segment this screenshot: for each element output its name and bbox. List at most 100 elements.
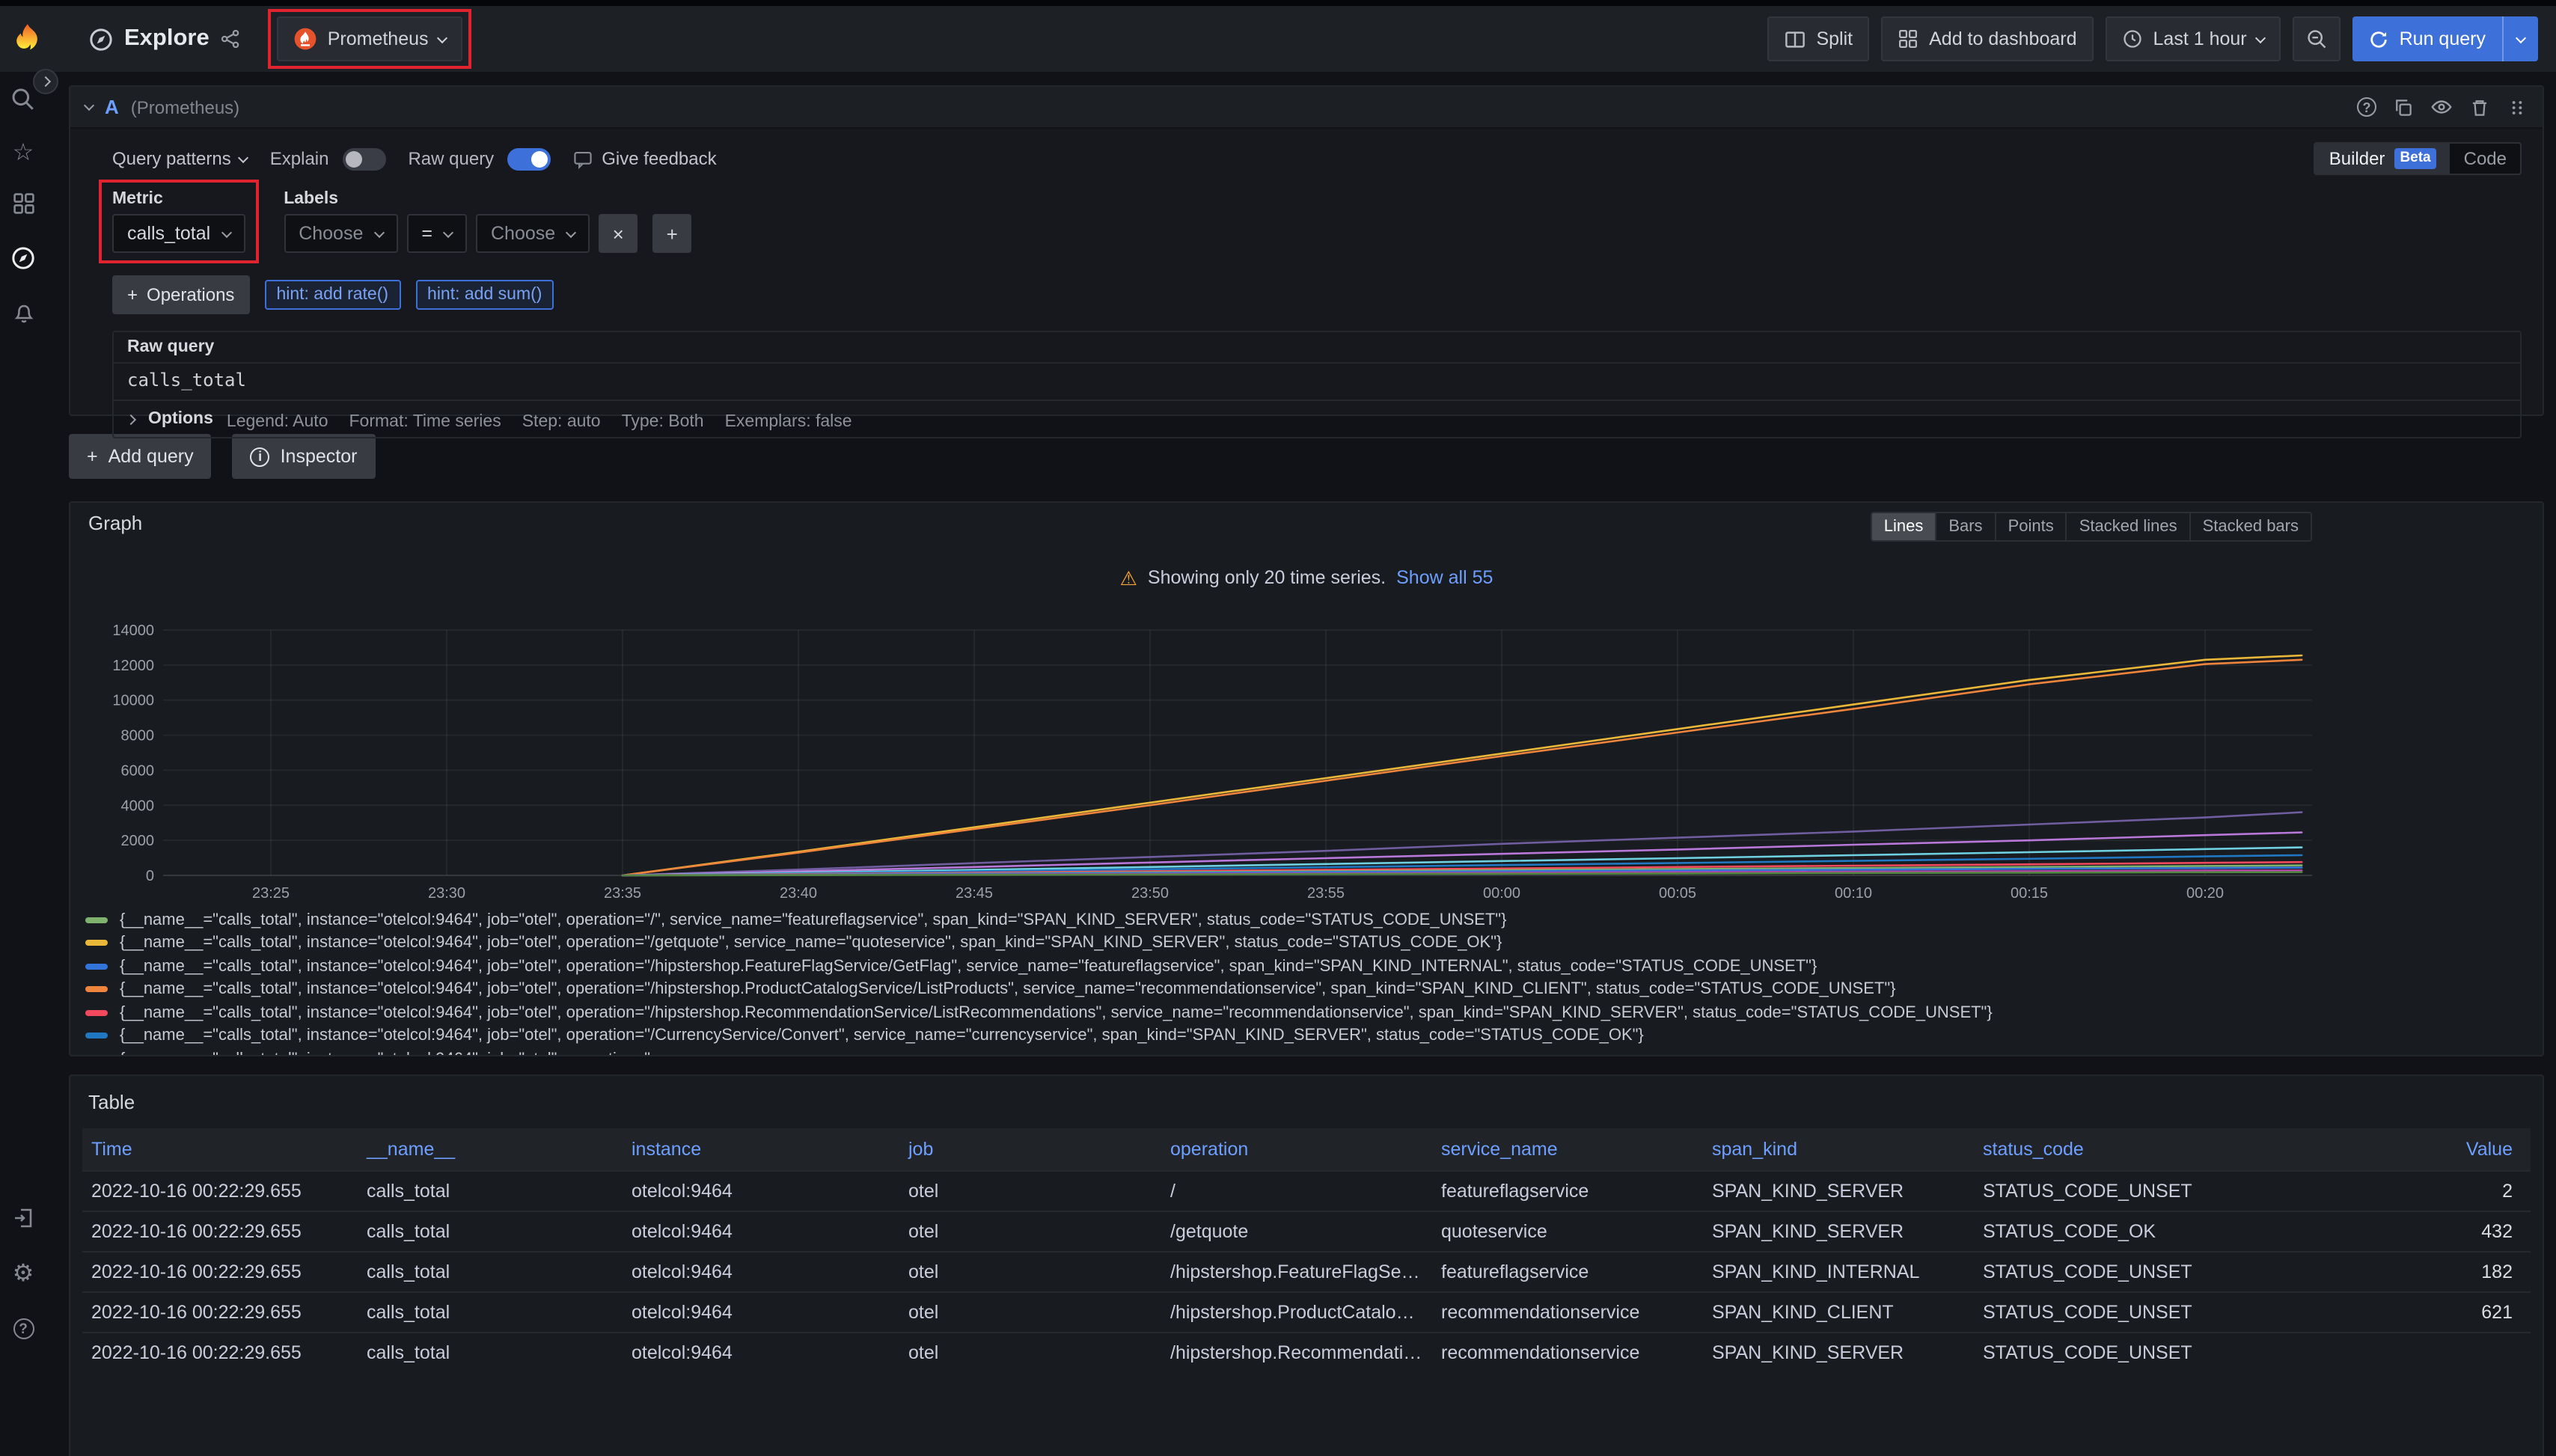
chevron-down-icon bbox=[566, 227, 576, 237]
builder-label: Builder bbox=[2329, 148, 2385, 169]
table-column-header-service-name[interactable]: service_name bbox=[1432, 1128, 1703, 1171]
sidebar-expand-button[interactable] bbox=[33, 69, 58, 94]
legend-series-label: {__name__="calls_total", instance="otelc… bbox=[120, 1004, 1993, 1022]
table-cell: otel bbox=[899, 1252, 1161, 1292]
chevron-down-icon bbox=[2256, 32, 2266, 43]
drag-handle-grip-icon[interactable] bbox=[2507, 97, 2528, 117]
table-cell: STATUS_CODE_UNSET bbox=[1974, 1252, 2245, 1292]
graph-style-bars[interactable]: Bars bbox=[1935, 513, 1994, 540]
collapse-chevron-icon[interactable] bbox=[84, 100, 94, 111]
share-icon[interactable] bbox=[220, 28, 241, 49]
explore-icon[interactable] bbox=[10, 245, 36, 275]
table-column-header-time[interactable]: Time bbox=[82, 1128, 358, 1171]
remove-label-matcher-button[interactable]: × bbox=[599, 214, 638, 253]
zoom-out-button[interactable] bbox=[2293, 16, 2341, 61]
editor-mode-builder[interactable]: Builder Beta bbox=[2316, 144, 2450, 174]
sign-in-icon[interactable] bbox=[11, 1205, 35, 1234]
svg-text:00:20: 00:20 bbox=[2186, 885, 2224, 902]
graph-style-stacked-bars[interactable]: Stacked bars bbox=[2189, 513, 2311, 540]
split-label: Split bbox=[1816, 28, 1853, 49]
table-column-header-instance[interactable]: instance bbox=[623, 1128, 899, 1171]
add-label-matcher-button[interactable]: + bbox=[652, 214, 691, 253]
search-icon[interactable] bbox=[10, 87, 36, 117]
table-column-header-span-kind[interactable]: span_kind bbox=[1703, 1128, 1974, 1171]
time-series-chart[interactable]: 0200040006000800010000120001400023:2523:… bbox=[76, 621, 2537, 905]
table-column-header-value[interactable]: Value bbox=[2245, 1128, 2531, 1171]
table-cell: otel bbox=[899, 1292, 1161, 1333]
raw-query-toggle[interactable] bbox=[507, 147, 551, 170]
datasource-picker[interactable]: Prometheus bbox=[277, 16, 463, 61]
legend-item[interactable]: {__name__="calls_total", instance="otelc… bbox=[85, 908, 2537, 932]
graph-style-stacked-lines[interactable]: Stacked lines bbox=[2066, 513, 2189, 540]
table-cell: 432 bbox=[2245, 1211, 2531, 1252]
metric-select[interactable]: calls_total bbox=[112, 214, 245, 253]
query-options-row[interactable]: Options Legend: AutoFormat: Time seriesS… bbox=[112, 401, 2522, 438]
legend-series-color bbox=[85, 1056, 108, 1057]
label-operator-select[interactable]: = bbox=[406, 214, 467, 253]
legend-item[interactable]: {__name__="calls_total", instance="otelc… bbox=[85, 1047, 2537, 1056]
table-row: 2022-10-16 00:22:29.655calls_totalotelco… bbox=[82, 1211, 2531, 1252]
legend-item[interactable]: {__name__="calls_total", instance="otelc… bbox=[85, 932, 2537, 955]
legend-item[interactable]: {__name__="calls_total", instance="otelc… bbox=[85, 1024, 2537, 1047]
graph-style-lines[interactable]: Lines bbox=[1872, 513, 1936, 540]
table-column-header---name--[interactable]: __name__ bbox=[358, 1128, 623, 1171]
hide-response-eye-icon[interactable] bbox=[2430, 96, 2453, 118]
split-button[interactable]: Split bbox=[1767, 16, 1869, 61]
legend-item[interactable]: {__name__="calls_total", instance="otelc… bbox=[85, 978, 2537, 1001]
graph-style-points[interactable]: Points bbox=[1995, 513, 2066, 540]
starred-icon[interactable]: ☆ bbox=[13, 142, 34, 166]
warning-icon: ⚠ bbox=[1120, 568, 1137, 587]
table-column-header-job[interactable]: job bbox=[899, 1128, 1161, 1171]
svg-text:23:35: 23:35 bbox=[604, 885, 641, 902]
query-option-summary-item: Exemplars: false bbox=[725, 412, 852, 430]
metric-label: Metric bbox=[112, 190, 245, 208]
run-query-interval-caret[interactable] bbox=[2502, 16, 2538, 61]
show-all-series-link[interactable]: Show all 55 bbox=[1396, 567, 1493, 588]
label-key-select[interactable]: Choose bbox=[284, 214, 397, 253]
warning-text: Showing only 20 time series. bbox=[1148, 567, 1386, 588]
editor-mode-code[interactable]: Code bbox=[2450, 144, 2520, 174]
table-cell: calls_total bbox=[358, 1171, 623, 1211]
table-cell: otelcol:9464 bbox=[623, 1333, 899, 1372]
add-to-dashboard-button[interactable]: Add to dashboard bbox=[1881, 16, 2093, 61]
plus-icon: + bbox=[127, 284, 138, 305]
graph-panel: Graph LinesBarsPointsStacked linesStacke… bbox=[69, 501, 2544, 1056]
legend-series-label: {__name__="calls_total", instance="otelc… bbox=[120, 911, 1506, 929]
graph-legend: {__name__="calls_total", instance="otelc… bbox=[76, 908, 2537, 1056]
legend-item[interactable]: {__name__="calls_total", instance="otelc… bbox=[85, 955, 2537, 978]
legend-item[interactable]: {__name__="calls_total", instance="otelc… bbox=[85, 1001, 2537, 1024]
dashboards-icon[interactable] bbox=[11, 192, 35, 220]
labels-label: Labels bbox=[284, 190, 691, 208]
label-key-placeholder: Choose bbox=[299, 223, 363, 244]
explain-toggle[interactable] bbox=[342, 147, 385, 170]
legend-series-color bbox=[85, 917, 108, 923]
query-datasource-note: (Prometheus) bbox=[131, 97, 239, 117]
grafana-logo-icon[interactable] bbox=[9, 20, 46, 58]
remove-query-trash-icon[interactable] bbox=[2469, 97, 2490, 117]
query-hint-button[interactable]: hint: add sum() bbox=[415, 280, 554, 310]
chevron-down-icon bbox=[221, 227, 231, 237]
time-range-picker[interactable]: Last 1 hour bbox=[2106, 16, 2281, 61]
query-help-icon[interactable]: ? bbox=[2357, 97, 2376, 117]
query-patterns-label: Query patterns bbox=[112, 148, 231, 169]
query-hint-button[interactable]: hint: add rate() bbox=[264, 280, 400, 310]
add-operation-button[interactable]: + Operations bbox=[112, 275, 249, 314]
help-icon[interactable]: ? bbox=[13, 1315, 34, 1339]
table-column-header-operation[interactable]: operation bbox=[1161, 1128, 1432, 1171]
settings-gear-icon[interactable]: ⚙ bbox=[13, 1262, 34, 1286]
inspector-button[interactable]: i Inspector bbox=[233, 434, 376, 479]
give-feedback-button[interactable]: Give feedback bbox=[573, 148, 716, 169]
copy-query-icon[interactable] bbox=[2393, 97, 2414, 117]
query-row-header[interactable]: A (Prometheus) ? bbox=[70, 87, 2543, 129]
label-value-select[interactable]: Choose bbox=[476, 214, 590, 253]
alerting-bell-icon[interactable] bbox=[11, 301, 35, 329]
sidebar-bottom-group: ⚙ ? bbox=[11, 1205, 35, 1339]
top-navigation-bar: Explore Prometheus bbox=[0, 6, 2556, 72]
legend-series-color bbox=[85, 1010, 108, 1016]
table-cell: otel bbox=[899, 1333, 1161, 1372]
query-patterns-dropdown[interactable]: Query patterns bbox=[112, 148, 248, 169]
run-query-button[interactable]: Run query bbox=[2353, 16, 2502, 61]
main-content: A (Prometheus) ? bbox=[46, 72, 2556, 1456]
table-column-header-status-code[interactable]: status_code bbox=[1974, 1128, 2245, 1171]
add-query-button[interactable]: + Add query bbox=[69, 434, 212, 479]
